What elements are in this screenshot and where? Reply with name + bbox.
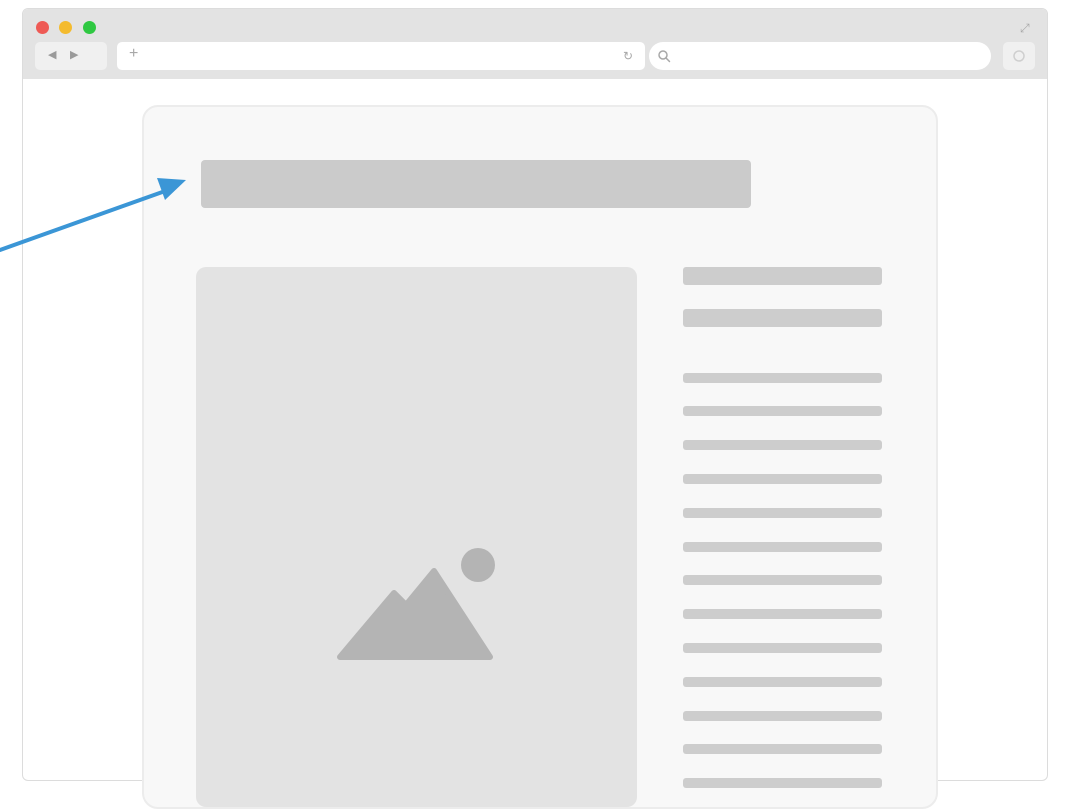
annotation-arrow <box>0 178 186 252</box>
